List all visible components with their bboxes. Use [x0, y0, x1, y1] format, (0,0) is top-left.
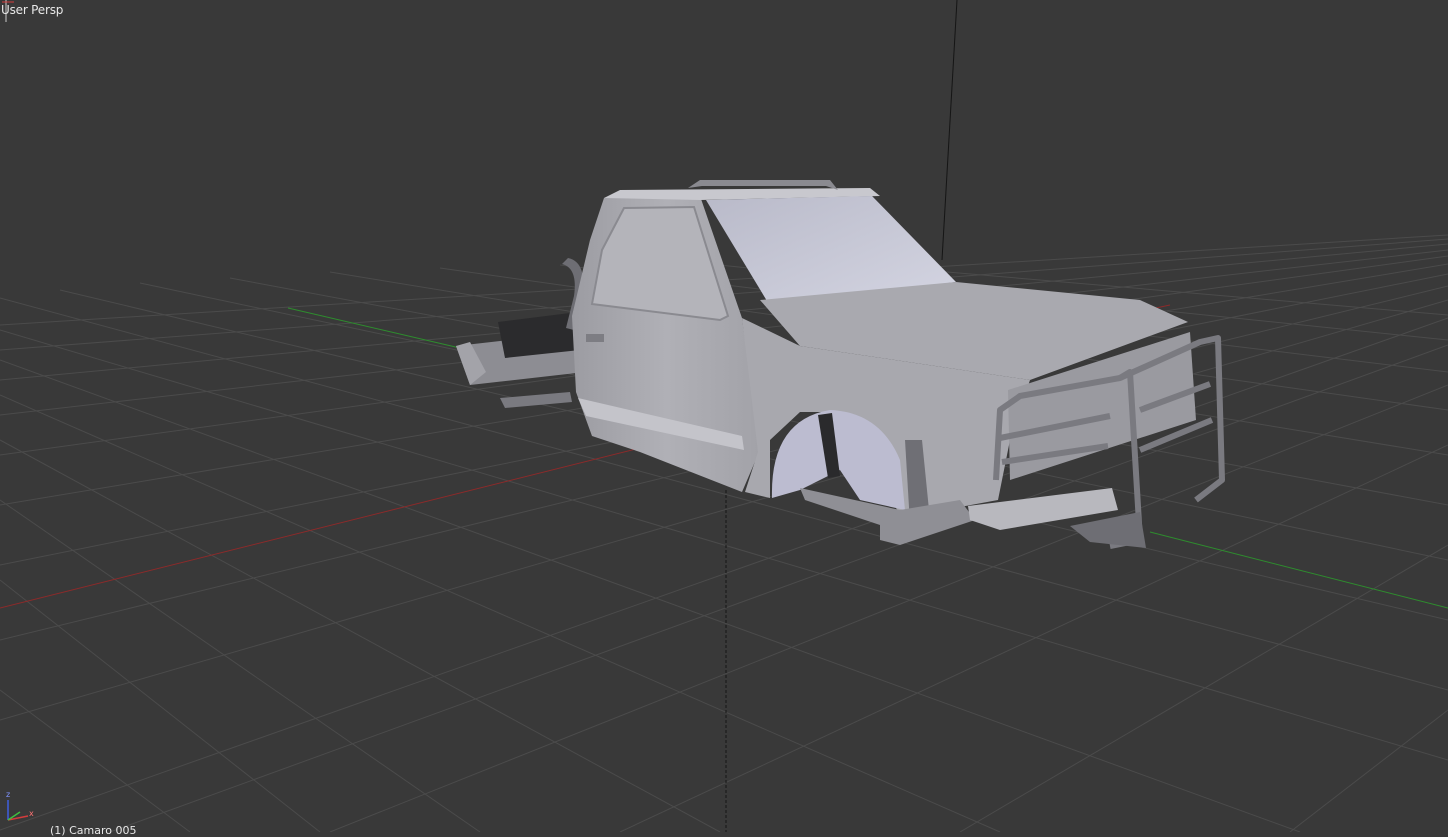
x-axis-line	[0, 447, 641, 609]
gizmo-x-label: x	[29, 809, 34, 818]
y-axis-line-near	[1149, 531, 1448, 609]
view-mode-label: User Persp	[1, 3, 64, 17]
axis-gizmo: z x	[6, 790, 34, 821]
rear-axle	[500, 392, 572, 408]
viewport-canvas[interactable]: z x	[0, 0, 1448, 832]
3d-viewport[interactable]: z x User Persp (1) Camaro 005	[0, 0, 1448, 837]
gizmo-z-label: z	[6, 790, 10, 799]
z-axis-line	[941, 0, 958, 261]
bed-tank	[498, 312, 580, 358]
bull-bar-skid	[1070, 512, 1146, 548]
active-object-label: (1) Camaro 005	[50, 824, 137, 837]
pickup-truck-model[interactable]	[456, 180, 1225, 549]
door-handle	[586, 334, 604, 342]
